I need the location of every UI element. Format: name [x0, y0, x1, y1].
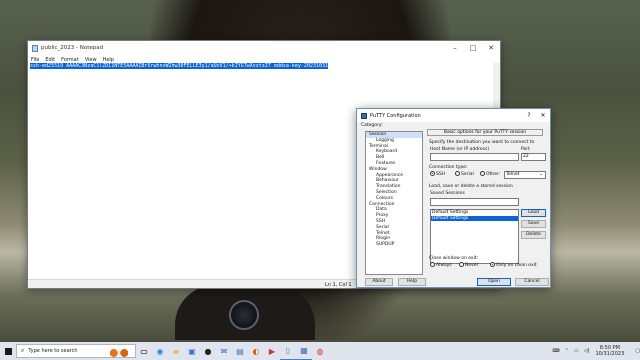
volume-icon[interactable]: ◁)	[584, 348, 590, 354]
connection-type-label: Connection type:	[429, 165, 468, 170]
edge-icon[interactable]: ◉	[152, 342, 168, 360]
menu-edit[interactable]: Edit	[45, 57, 55, 63]
chrome-icon[interactable]: ◍	[312, 342, 328, 360]
delete-button[interactable]: Delete	[521, 231, 546, 239]
tree-item-supdup[interactable]: SUPDUP	[366, 242, 422, 248]
notepad-icon	[32, 44, 38, 52]
putty-titlebar[interactable]: PuTTY Configuration ? ✕	[357, 109, 550, 122]
saved-sessions-input[interactable]	[430, 198, 519, 206]
clock[interactable]: 8:50 PM 10/31/2023	[595, 345, 624, 357]
keyboard-icon[interactable]: ⌨	[552, 348, 559, 354]
port-label: Port	[521, 147, 530, 152]
close-icon[interactable]: ✕	[536, 112, 550, 119]
notepad-taskbar-icon[interactable]: ▯	[280, 342, 296, 360]
maximize-icon[interactable]: □	[464, 44, 482, 52]
radio-other[interactable]: Other:	[480, 171, 500, 177]
radio-always-dot[interactable]	[430, 262, 435, 267]
protocol-select[interactable]: Telnet ⌄	[504, 171, 546, 179]
taskbar-search[interactable]: ⌕ Type here to search	[16, 344, 136, 358]
radio-ssh[interactable]: SSH	[430, 171, 445, 177]
menu-view[interactable]: View	[85, 57, 97, 63]
radio-never-dot[interactable]	[459, 262, 464, 267]
sessions-group-label: Load, save or delete a stored session	[429, 184, 513, 189]
menu-help[interactable]: Help	[103, 57, 114, 63]
open-button[interactable]: Open	[477, 278, 511, 286]
radio-serial-dot[interactable]	[455, 171, 460, 176]
putty-config-taskbar-icon[interactable]: ▦	[296, 342, 312, 360]
search-placeholder: Type here to search	[28, 348, 78, 354]
radio-clean-exit-dot[interactable]	[490, 262, 495, 267]
putty-title: PuTTY Configuration	[370, 112, 421, 119]
store-icon[interactable]: ▣	[184, 342, 200, 360]
about-button[interactable]: About	[365, 278, 393, 286]
search-icon: ⌕	[21, 347, 25, 354]
load-button[interactable]: Load	[521, 209, 546, 217]
close-on-exit-label: Close window on exit:	[429, 256, 479, 261]
session-item-selected[interactable]: Default Settings	[431, 215, 518, 221]
menu-format[interactable]: Format	[61, 57, 79, 63]
start-button[interactable]	[0, 342, 16, 360]
host-label: Host Name (or IP address)	[430, 147, 490, 152]
minimize-icon[interactable]: –	[446, 44, 464, 52]
menu-file[interactable]: File	[31, 57, 39, 63]
cursor-position: Ln 1, Col 1	[325, 281, 352, 288]
firefox-icon[interactable]: ◐	[248, 342, 264, 360]
radio-ssh-dot[interactable]	[430, 171, 435, 176]
cancel-button[interactable]: Cancel	[515, 278, 549, 286]
radio-never[interactable]: Never	[459, 262, 478, 268]
windows-logo-icon	[4, 347, 12, 355]
notification-icon[interactable]: ▢	[635, 348, 640, 354]
putty-taskbar-icon[interactable]: ▤	[232, 342, 248, 360]
destination-label: Specify the destination you want to conn…	[429, 140, 535, 145]
radio-other-dot[interactable]	[480, 171, 485, 176]
taskbar: ⌕ Type here to search ▭ ◉ ▰ ▣ ● ✉ ▤ ◐ ▶ …	[0, 342, 640, 360]
help-button[interactable]: Help	[398, 278, 426, 286]
session-header: Basic options for your PuTTY session	[427, 129, 543, 136]
radio-always[interactable]: Always	[430, 262, 452, 268]
network-icon[interactable]: ▭	[574, 348, 579, 354]
close-icon[interactable]: ✕	[482, 44, 500, 52]
media-icon[interactable]: ▶	[264, 342, 280, 360]
notepad-titlebar[interactable]: public_2023 - Notepad – □ ✕	[28, 41, 500, 55]
halloween-doodle-icon	[106, 347, 132, 357]
category-tree[interactable]: Session Logging Terminal Keyboard Bell Featur…	[365, 131, 423, 275]
category-label: Category:	[361, 123, 383, 128]
wallpaper-pendant	[229, 300, 259, 330]
save-button[interactable]: Save	[521, 220, 546, 228]
saved-sessions-label: Saved Sessions	[430, 191, 465, 196]
clock-date: 10/31/2023	[595, 351, 625, 357]
port-input[interactable]: 22	[521, 153, 546, 161]
task-view-icon[interactable]: ▭	[136, 342, 152, 360]
mail-icon[interactable]: ✉	[216, 342, 232, 360]
putty-window: PuTTY Configuration ? ✕ Category: Sessio…	[356, 108, 551, 288]
radio-serial[interactable]: Serial	[455, 171, 474, 177]
radio-clean-exit[interactable]: Only on clean exit	[490, 262, 537, 268]
help-icon[interactable]: ?	[522, 112, 536, 119]
notepad-title: public_2023 - Notepad	[41, 45, 104, 51]
chevron-down-icon: ⌄	[539, 172, 543, 177]
file-explorer-icon[interactable]: ▰	[168, 342, 184, 360]
selected-text[interactable]: ssh-ed25519 AAAAC3NzaC1lZDI1NTE5AAAAIBrX…	[30, 63, 329, 69]
putty-icon	[361, 112, 367, 119]
obs-icon[interactable]: ●	[200, 342, 216, 360]
chevron-up-icon[interactable]: ⌃	[565, 348, 569, 354]
host-input[interactable]	[430, 153, 519, 161]
